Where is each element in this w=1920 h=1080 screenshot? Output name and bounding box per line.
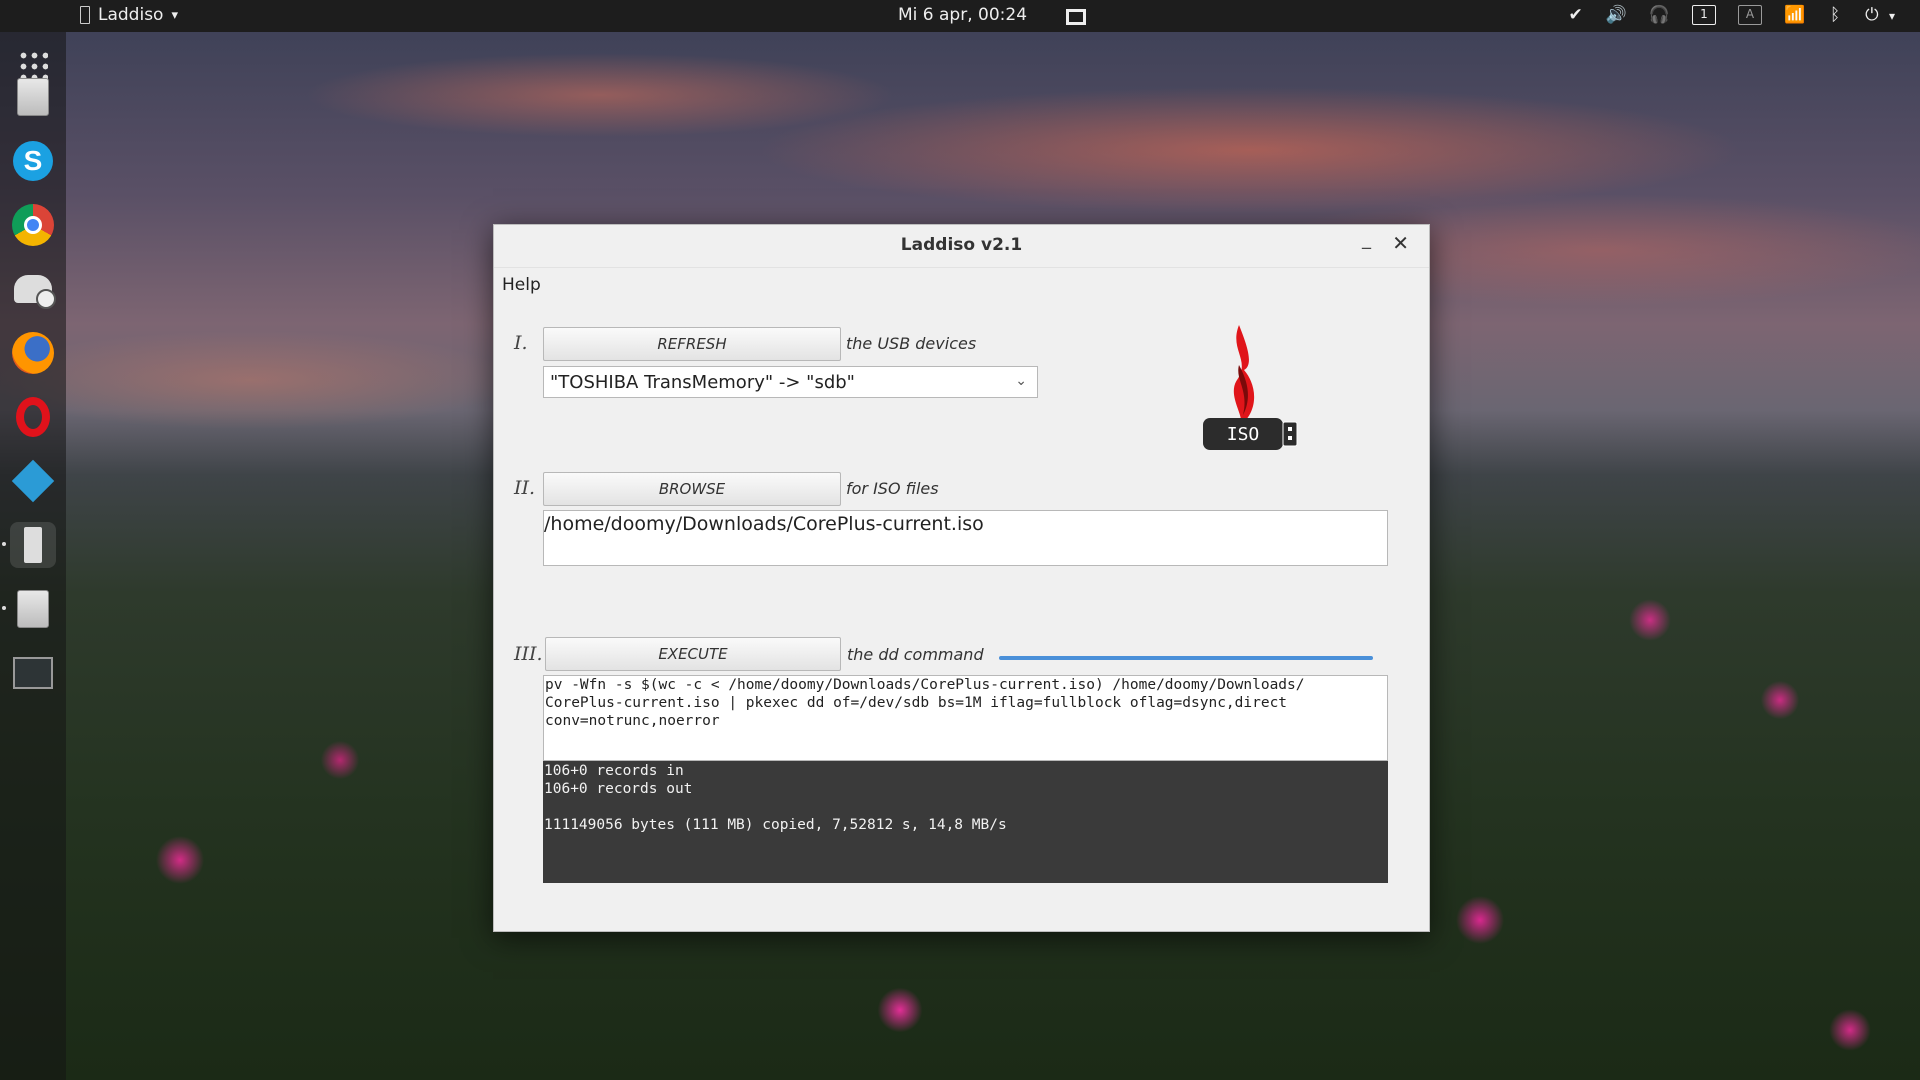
browse-button[interactable]: BROWSE [543,472,841,506]
command-output: 106+0 records in 106+0 records out 11114… [543,761,1388,883]
usb-app-icon [80,6,90,24]
skype-icon[interactable]: S [10,138,56,184]
opera-icon[interactable] [10,394,56,440]
wifi-icon[interactable]: 📶 [1784,5,1805,25]
backup-icon[interactable] [10,266,56,312]
firefox-icon[interactable] [10,330,56,376]
close-button[interactable]: ✕ [1392,231,1409,255]
execute-hint: the dd command [847,645,984,664]
activities-icon[interactable] [18,2,48,30]
volume-icon[interactable]: 🔊 [1606,5,1627,25]
step-two-numeral: II. [514,477,536,499]
window-title: Laddiso v2.1 [900,235,1023,255]
refresh-hint: the USB devices [846,334,977,353]
bluetooth-icon[interactable]: ᛒ [1827,5,1843,25]
app-menu-label: Laddiso [98,5,164,25]
chrome-icon[interactable] [10,202,56,248]
usb-writer-icon[interactable] [2,522,56,568]
usb-device-select[interactable]: "TOSHIBA TransMemory" -> "sdb" ⌄ [543,366,1038,398]
iso-usb-logo: ISO [1203,325,1298,450]
laddiso-window: Laddiso v2.1 _ ✕ Help I. REFRESH the USB… [493,224,1430,932]
workspace-indicator[interactable]: 1 [1691,5,1716,25]
dd-command-field[interactable]: pv -Wfn -s $(wc -c < /home/doomy/Downloa… [543,675,1388,761]
input-method-indicator[interactable]: A [1737,5,1762,25]
checklist-icon[interactable]: ✔ [1568,5,1584,25]
chevron-down-icon: ▾ [171,7,178,23]
iso-path-field[interactable]: /home/doomy/Downloads/CorePlus-current.i… [543,510,1388,566]
clock[interactable]: Mi 6 apr, 00:24 [898,5,1027,25]
headphones-icon[interactable]: 🎧 [1649,5,1670,25]
terminal-indicator-icon[interactable] [1066,9,1086,25]
terminal-icon[interactable] [10,650,56,696]
execute-button[interactable]: EXECUTE [545,637,841,671]
chevron-down-icon: ⌄ [1015,373,1027,389]
system-tray: ✔ 🔊 🎧 1 A 📶 ᛒ ⏻ ▾ [1568,5,1900,25]
app-menu[interactable]: Laddiso ▾ [80,5,178,25]
files-icon[interactable] [10,74,56,120]
files-2-icon[interactable] [2,586,56,632]
chevron-down-icon: ▾ [1888,9,1896,23]
step-three-numeral: III. [514,643,543,665]
logo-label: ISO [1227,424,1260,445]
title-bar[interactable]: Laddiso v2.1 _ ✕ [494,225,1429,268]
progress-bar [999,656,1373,660]
kodi-icon[interactable] [10,458,56,504]
refresh-button[interactable]: REFRESH [543,327,841,361]
top-bar: Laddiso ▾ Mi 6 apr, 00:24 ✔ 🔊 🎧 1 A 📶 ᛒ … [0,0,1920,32]
menu-help[interactable]: Help [502,275,541,295]
power-menu[interactable]: ⏻ ▾ [1865,5,1900,25]
usb-device-value: "TOSHIBA TransMemory" -> "sdb" [550,371,855,393]
dock: S [0,32,66,1080]
step-one-numeral: I. [514,332,528,354]
minimize-button[interactable]: _ [1362,229,1371,250]
browse-hint: for ISO files [846,479,939,498]
